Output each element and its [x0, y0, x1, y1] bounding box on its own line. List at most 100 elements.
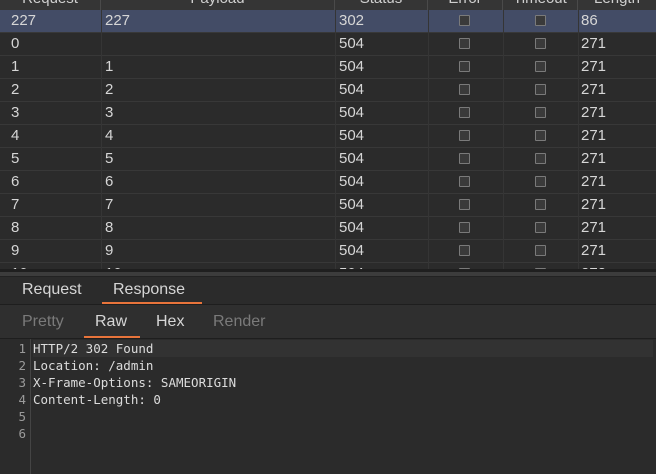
cell-payload: 4	[105, 127, 114, 144]
cell-timeout	[503, 171, 577, 193]
timeout-checkbox[interactable]	[535, 176, 546, 187]
column-divider	[428, 0, 429, 272]
line-number-gutter: 1 2 3 4 5 6	[0, 339, 31, 474]
cell-length: 271	[581, 35, 607, 52]
timeout-checkbox[interactable]	[535, 61, 546, 72]
cell-request: 5	[11, 150, 20, 167]
error-checkbox[interactable]	[459, 153, 470, 164]
column-header-status[interactable]: Status	[335, 0, 428, 10]
error-checkbox[interactable]	[459, 130, 470, 141]
error-checkbox[interactable]	[459, 84, 470, 95]
timeout-checkbox[interactable]	[535, 153, 546, 164]
timeout-checkbox[interactable]	[535, 199, 546, 210]
cell-length: 271	[581, 242, 607, 259]
column-header-error[interactable]: Error	[428, 0, 503, 10]
cell-error	[428, 56, 502, 78]
cell-status: 504	[339, 242, 365, 259]
cell-error	[428, 171, 502, 193]
cell-payload	[105, 33, 330, 55]
tab-request[interactable]: Request	[11, 277, 93, 304]
error-checkbox[interactable]	[459, 199, 470, 210]
column-header-payload[interactable]: Payload	[101, 0, 335, 10]
error-checkbox[interactable]	[459, 15, 470, 26]
error-checkbox[interactable]	[459, 176, 470, 187]
cell-status: 504	[339, 127, 365, 144]
table-row[interactable]: 2 2 504 271	[0, 79, 656, 102]
cell-request: 8	[11, 219, 20, 236]
column-divider	[335, 0, 336, 272]
message-tabs: Request Response	[0, 277, 656, 305]
cell-error	[428, 125, 502, 147]
error-checkbox[interactable]	[459, 61, 470, 72]
error-checkbox[interactable]	[459, 38, 470, 49]
cell-request: 2	[11, 81, 20, 98]
cell-length: 271	[581, 81, 607, 98]
code-line[interactable]	[33, 425, 653, 442]
cell-timeout	[503, 10, 577, 32]
timeout-checkbox[interactable]	[535, 107, 546, 118]
timeout-checkbox[interactable]	[535, 222, 546, 233]
cell-payload: 8	[105, 219, 114, 236]
tab-render[interactable]: Render	[202, 305, 276, 338]
cell-length: 271	[581, 127, 607, 144]
cell-status: 504	[339, 150, 365, 167]
column-header-length[interactable]: Length	[578, 0, 656, 10]
timeout-checkbox[interactable]	[535, 38, 546, 49]
cell-timeout	[503, 240, 577, 262]
column-header-request[interactable]: Request	[0, 0, 101, 10]
error-checkbox[interactable]	[459, 107, 470, 118]
table-row[interactable]: 7 7 504 271	[0, 194, 656, 217]
cell-length: 271	[581, 58, 607, 75]
line-number: 2	[18, 358, 26, 373]
tab-response[interactable]: Response	[102, 277, 202, 304]
cell-status: 504	[339, 173, 365, 190]
timeout-checkbox[interactable]	[535, 130, 546, 141]
cell-payload: 1	[105, 58, 114, 75]
cell-request: 3	[11, 104, 20, 121]
cell-timeout	[503, 125, 577, 147]
error-checkbox[interactable]	[459, 222, 470, 233]
code-line[interactable]: X-Frame-Options: SAMEORIGIN	[33, 374, 653, 391]
tab-pretty[interactable]: Pretty	[11, 305, 75, 338]
cell-error	[428, 240, 502, 262]
timeout-checkbox[interactable]	[535, 245, 546, 256]
column-divider	[503, 0, 504, 272]
table-row[interactable]: 5 5 504 271	[0, 148, 656, 171]
results-table[interactable]: Request Payload Status Error Timeout Len…	[0, 0, 656, 272]
cell-error	[428, 217, 502, 239]
table-row[interactable]: 3 3 504 271	[0, 102, 656, 125]
table-row[interactable]: 1 1 504 271	[0, 56, 656, 79]
tab-raw[interactable]: Raw	[84, 305, 140, 338]
table-row[interactable]: 227 227 302 86	[0, 10, 656, 33]
cell-status: 504	[339, 104, 365, 121]
table-row[interactable]: 8 8 504 271	[0, 217, 656, 240]
timeout-checkbox[interactable]	[535, 84, 546, 95]
cell-length: 271	[581, 196, 607, 213]
cell-timeout	[503, 56, 577, 78]
cell-payload: 9	[105, 242, 114, 259]
cell-length: 271	[581, 104, 607, 121]
code-line[interactable]: HTTP/2 302 Found	[33, 340, 653, 357]
cell-length: 86	[581, 12, 598, 29]
response-editor[interactable]: 1 2 3 4 5 6 HTTP/2 302 Found Location: /admin X…	[0, 339, 656, 474]
table-row[interactable]: 4 4 504 271	[0, 125, 656, 148]
table-row[interactable]: 6 6 504 271	[0, 171, 656, 194]
view-mode-tabs: Pretty Raw Hex Render	[0, 305, 656, 339]
code-line[interactable]: Location: /admin	[33, 357, 653, 374]
cell-payload: 227	[105, 12, 131, 29]
table-row[interactable]: 9 9 504 271	[0, 240, 656, 263]
code-line[interactable]	[33, 408, 653, 425]
cell-request: 227	[11, 12, 37, 29]
line-number: 4	[18, 392, 26, 407]
timeout-checkbox[interactable]	[535, 15, 546, 26]
cell-error	[428, 33, 502, 55]
column-header-timeout[interactable]: Timeout	[503, 0, 578, 10]
cell-status: 504	[339, 81, 365, 98]
cell-error	[428, 148, 502, 170]
error-checkbox[interactable]	[459, 245, 470, 256]
table-row[interactable]: 0 504 271	[0, 33, 656, 56]
line-number: 5	[18, 409, 26, 424]
code-line[interactable]: Content-Length: 0	[33, 391, 653, 408]
tab-hex[interactable]: Hex	[145, 305, 195, 338]
cell-status: 504	[339, 35, 365, 52]
